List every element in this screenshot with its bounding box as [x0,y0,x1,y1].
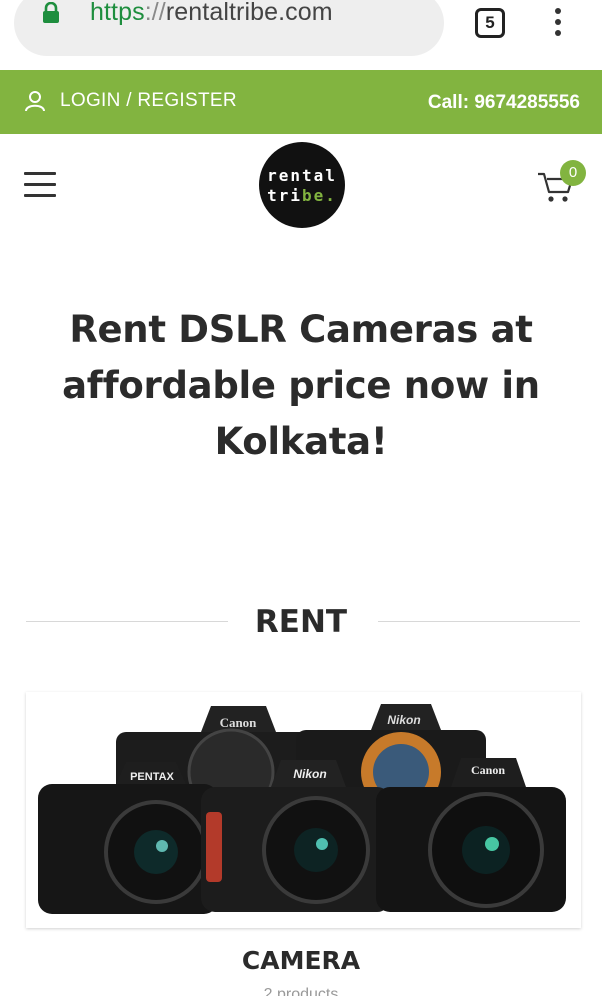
section-title: RENT [254,604,348,640]
logo-line-1: rental [267,166,337,185]
login-register-link[interactable]: LOGIN / REGISTER [24,90,237,112]
brand-label: PENTAX [130,771,174,783]
cart-count-badge: 0 [560,160,586,186]
camera-front-left: PENTAX [38,762,218,914]
top-info-bar: LOGIN / REGISTER Call: 9674285556 [0,70,602,134]
category-product-count: 2 products [263,986,339,996]
url-separator: :// [144,0,166,26]
login-register-label: LOGIN / REGISTER [60,90,237,111]
browser-toolbar: https://rentaltribe.com 5 [0,0,602,70]
user-icon [25,91,45,112]
category-title[interactable]: CAMERA [0,946,602,975]
hero-heading: Rent DSLR Cameras at affordable price no… [62,308,540,463]
brand-label: Canon [220,715,258,730]
divider-right [378,621,580,622]
brand-label: Nikon [387,713,420,727]
address-bar[interactable]: https://rentaltribe.com [14,0,444,56]
lock-icon [43,2,59,23]
rentaltribe-logo[interactable]: rental tribe. [259,142,345,228]
site-header: rental tribe. 0 [0,134,602,234]
url-host: rentaltribe.com [165,0,333,26]
url-text: https://rentaltribe.com [90,0,333,27]
cameras-image: Canon Nikon PENTAX Nikon Canon [38,704,566,914]
brand-label: Canon [471,763,505,777]
rent-section-heading: RENT [0,598,602,648]
brand-label: Nikon [293,767,326,781]
url-scheme: https [90,0,145,26]
call-phone-link[interactable]: Call: 9674285556 [428,92,580,114]
camera-category-image[interactable]: Canon Nikon PENTAX Nikon Canon [26,692,581,928]
kebab-menu-icon[interactable] [548,8,568,42]
logo-line-2: tribe. [267,186,337,205]
tab-switcher-button[interactable]: 5 [475,8,505,38]
hamburger-icon[interactable] [24,172,56,198]
